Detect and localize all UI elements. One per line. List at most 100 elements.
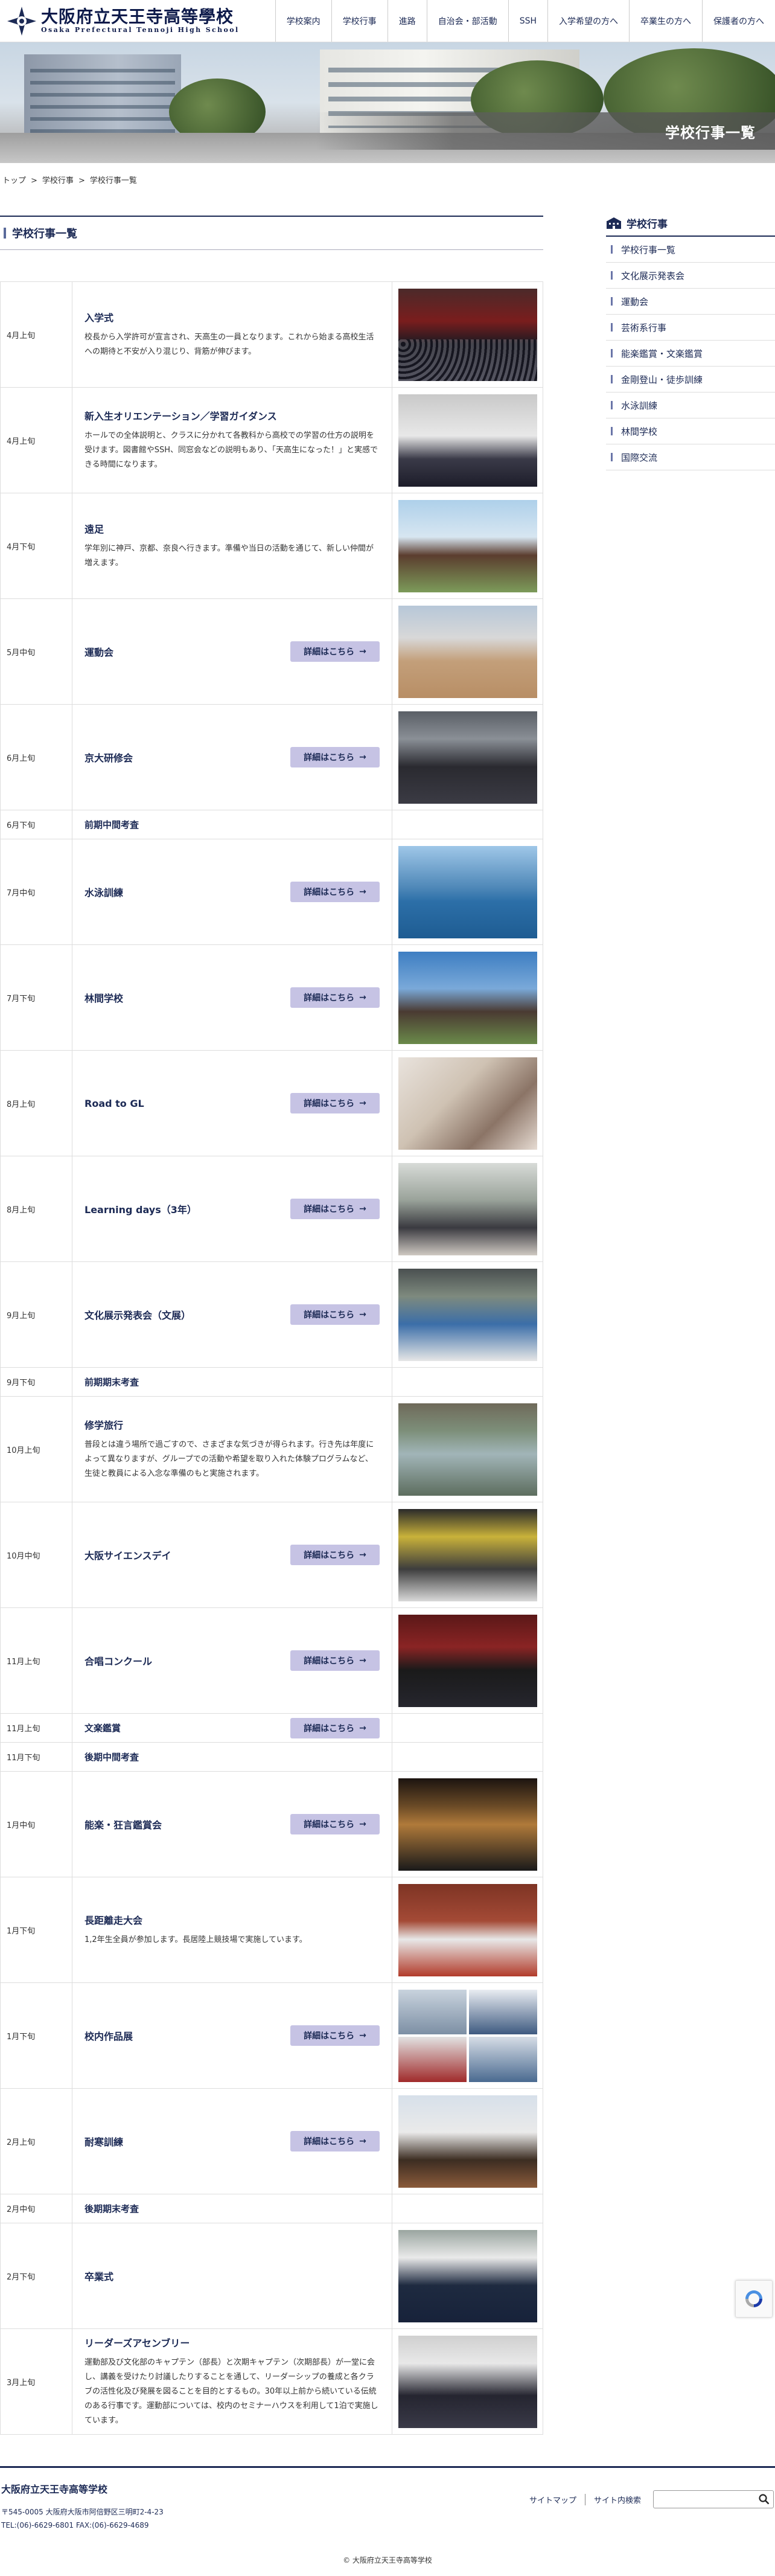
event-details-button[interactable]: 詳細はこちら → <box>290 1304 380 1325</box>
event-date: 11月上旬 <box>0 1714 72 1742</box>
event-description: 普段とは違う場所で過ごすので、さまざまな気づきが得られます。行き先は年度によって… <box>85 1440 374 1478</box>
event-body: 新入生オリエンテーション／学習ガイダンス ホールでの全体説明と、クラスに分かれて各… <box>72 388 392 493</box>
event-photo <box>398 1989 467 2034</box>
event-photo <box>398 499 537 592</box>
sidebar-item[interactable]: 学校行事一覧 <box>606 237 775 263</box>
event-details-button[interactable]: 詳細はこちら → <box>290 1093 380 1113</box>
event-image-cell <box>392 810 543 839</box>
sidebar-item[interactable]: 金剛登山・徒歩訓練 <box>606 367 775 392</box>
event-details-button[interactable]: 詳細はこちら → <box>290 1814 380 1834</box>
event-details-button[interactable]: 詳細はこちら → <box>290 2131 380 2151</box>
event-photo <box>398 1403 537 1496</box>
event-image-cell <box>392 1368 543 1396</box>
event-body: 卒業式 <box>72 2223 392 2328</box>
event-description: 1,2年生全員が参加します。長居陸上競技場で実施しています。 <box>85 1935 307 1944</box>
event-image-cell <box>392 705 543 810</box>
event-details-button[interactable]: 詳細はこちら → <box>290 641 380 662</box>
event-date: 4月上旬 <box>0 282 72 387</box>
event-date: 1月下旬 <box>0 1983 72 2088</box>
event-details-label: 詳細はこちら <box>304 2031 355 2041</box>
search-icon[interactable] <box>759 2494 770 2507</box>
sidebar-item[interactable]: 芸術系行事 <box>606 315 775 341</box>
event-body: Learning days（3年） 詳細はこちら → <box>72 1156 392 1261</box>
nav-clubs[interactable]: 自治会・部活動 <box>426 0 508 42</box>
nav-career[interactable]: 進路 <box>387 0 427 42</box>
event-title: 後期中間考査 <box>85 1752 139 1763</box>
event-row: 10月上旬 修学旅行 普段とは違う場所で過ごすので、さまざまな気づきが得られます。行… <box>0 1397 543 1502</box>
breadcrumb-current: 学校行事一覧 <box>89 176 137 185</box>
event-photo <box>398 2229 537 2322</box>
event-body: 文化展示発表会（文展） 詳細はこちら → <box>72 1262 392 1367</box>
logo-subtitle: Osaka Prefectural Tennoji High School <box>41 26 240 34</box>
event-details-button[interactable]: 詳細はこちら → <box>290 987 380 1008</box>
nav-parents[interactable]: 保護者の方へ <box>702 0 775 42</box>
nav-applicants[interactable]: 入学希望の方へ <box>547 0 629 42</box>
sidebar-title-text: 学校行事 <box>627 219 668 231</box>
footer-address-block: 〒545-0005 大阪府大阪市阿倍野区三明町2-4-23 TEL:(06)-6… <box>1 2505 164 2532</box>
event-row: 7月下旬 林間学校 詳細はこちら → <box>0 945 543 1051</box>
event-photo <box>398 2335 537 2428</box>
footer-address: 〒545-0005 大阪府大阪市阿倍野区三明町2-4-23 <box>1 2508 164 2516</box>
event-details-button[interactable]: 詳細はこちら → <box>290 1199 380 1219</box>
sidebar-item[interactable]: 運動会 <box>606 289 775 315</box>
event-body: 合唱コンクール 詳細はこちら → <box>72 1608 392 1713</box>
event-details-button[interactable]: 詳細はこちら → <box>290 747 380 767</box>
event-image-cell <box>392 1608 543 1713</box>
event-details-button[interactable]: 詳細はこちら → <box>290 1650 380 1671</box>
footer-sitemap-link[interactable]: サイトマップ <box>521 2493 585 2505</box>
event-date: 1月下旬 <box>0 1877 72 1982</box>
event-row: 11月下旬 後期中間考査 <box>0 1743 543 1772</box>
arrow-right-icon: → <box>359 1310 366 1319</box>
recaptcha-badge[interactable] <box>735 2280 773 2318</box>
site-footer: 大阪府立天王寺高等学校 〒545-0005 大阪府大阪市阿倍野区三明町2-4-2… <box>0 2466 775 2532</box>
event-description: 校長から入学許可が宣言され、天高生の一員となります。これから始まる高校生活への期… <box>85 333 374 356</box>
event-details-button[interactable]: 詳細はこちら → <box>290 1545 380 1565</box>
event-row: 2月上旬 耐寒訓練 詳細はこちら → <box>0 2089 543 2194</box>
event-details-button[interactable]: 詳細はこちら → <box>290 2025 380 2046</box>
event-image-cell <box>392 1051 543 1156</box>
event-title: リーダーズアセンブリー <box>85 2337 190 2349</box>
sidebar-item[interactable]: 国際交流 <box>606 444 775 470</box>
event-body: 修学旅行 普段とは違う場所で過ごすので、さまざまな気づきが得られます。行き先は年度… <box>72 1397 392 1502</box>
breadcrumb-top[interactable]: トップ <box>2 176 26 185</box>
footer-info: 大阪府立天王寺高等学校 〒545-0005 大阪府大阪市阿倍野区三明町2-4-2… <box>1 2481 164 2532</box>
nav-school-events[interactable]: 学校行事 <box>331 0 388 42</box>
event-details-label: 詳細はこちら <box>304 1099 355 1109</box>
event-date: 9月下旬 <box>0 1368 72 1396</box>
site-logo[interactable]: 大阪府立天王寺高等學校 Osaka Prefectural Tennoji Hi… <box>0 0 240 42</box>
event-image-cell <box>392 2194 543 2223</box>
event-description: 運動部及び文化部のキャプテン（部長）と次期キャプテン（次期部長）が一堂に会し、講… <box>85 2358 378 2425</box>
nav-school-guide[interactable]: 学校案内 <box>275 0 331 42</box>
event-photo <box>398 1268 537 1361</box>
sidebar-item[interactable]: 林間学校 <box>606 418 775 444</box>
footer-search-box <box>653 2490 774 2508</box>
nav-ssh[interactable]: SSH <box>508 0 547 42</box>
sidebar-item[interactable]: 能楽鑑賞・文楽鑑賞 <box>606 341 775 367</box>
event-details-label: 詳細はこちら <box>304 888 355 897</box>
event-title: 長距離走大会 <box>85 1915 143 1926</box>
event-details-button[interactable]: 詳細はこちら → <box>290 1717 380 1738</box>
nav-alumni[interactable]: 卒業生の方へ <box>629 0 702 42</box>
breadcrumb-events[interactable]: 学校行事 <box>42 176 74 185</box>
event-image-cell <box>392 1397 543 1502</box>
event-image-cell <box>392 1156 543 1261</box>
recaptcha-icon <box>745 2290 762 2307</box>
arrow-right-icon: → <box>359 2031 366 2040</box>
arrow-right-icon: → <box>359 647 366 656</box>
sidebar-item[interactable]: 水泳訓練 <box>606 392 775 418</box>
event-details-button[interactable]: 詳細はこちら → <box>290 882 380 902</box>
event-row: 6月上旬 京大研修会 詳細はこちら → <box>0 705 543 810</box>
site-search-input[interactable] <box>654 2491 773 2508</box>
event-body: 前期中間考査 <box>72 810 392 839</box>
event-image-cell <box>392 493 543 598</box>
events-table: 4月上旬 入学式 校長から入学許可が宣言され、天高生の一員となります。これから始まる… <box>0 281 543 2435</box>
event-details-label: 詳細はこちら <box>304 2137 355 2147</box>
event-row: 6月下旬 前期中間考査 <box>0 810 543 839</box>
event-body: 運動会 詳細はこちら → <box>72 599 392 704</box>
arrow-right-icon: → <box>359 752 366 762</box>
event-description: 学年別に神戸、京都、奈良へ行きます。準備や当日の活動を通じて、新しい仲間が増えま… <box>85 544 374 568</box>
event-row: 4月下旬 遠足 学年別に神戸、京都、奈良へ行きます。準備や当日の活動を通じて、新しい… <box>0 493 543 599</box>
event-body: 京大研修会 詳細はこちら → <box>72 705 392 810</box>
sidebar-item[interactable]: 文化展示発表会 <box>606 263 775 289</box>
event-photo <box>398 605 537 698</box>
